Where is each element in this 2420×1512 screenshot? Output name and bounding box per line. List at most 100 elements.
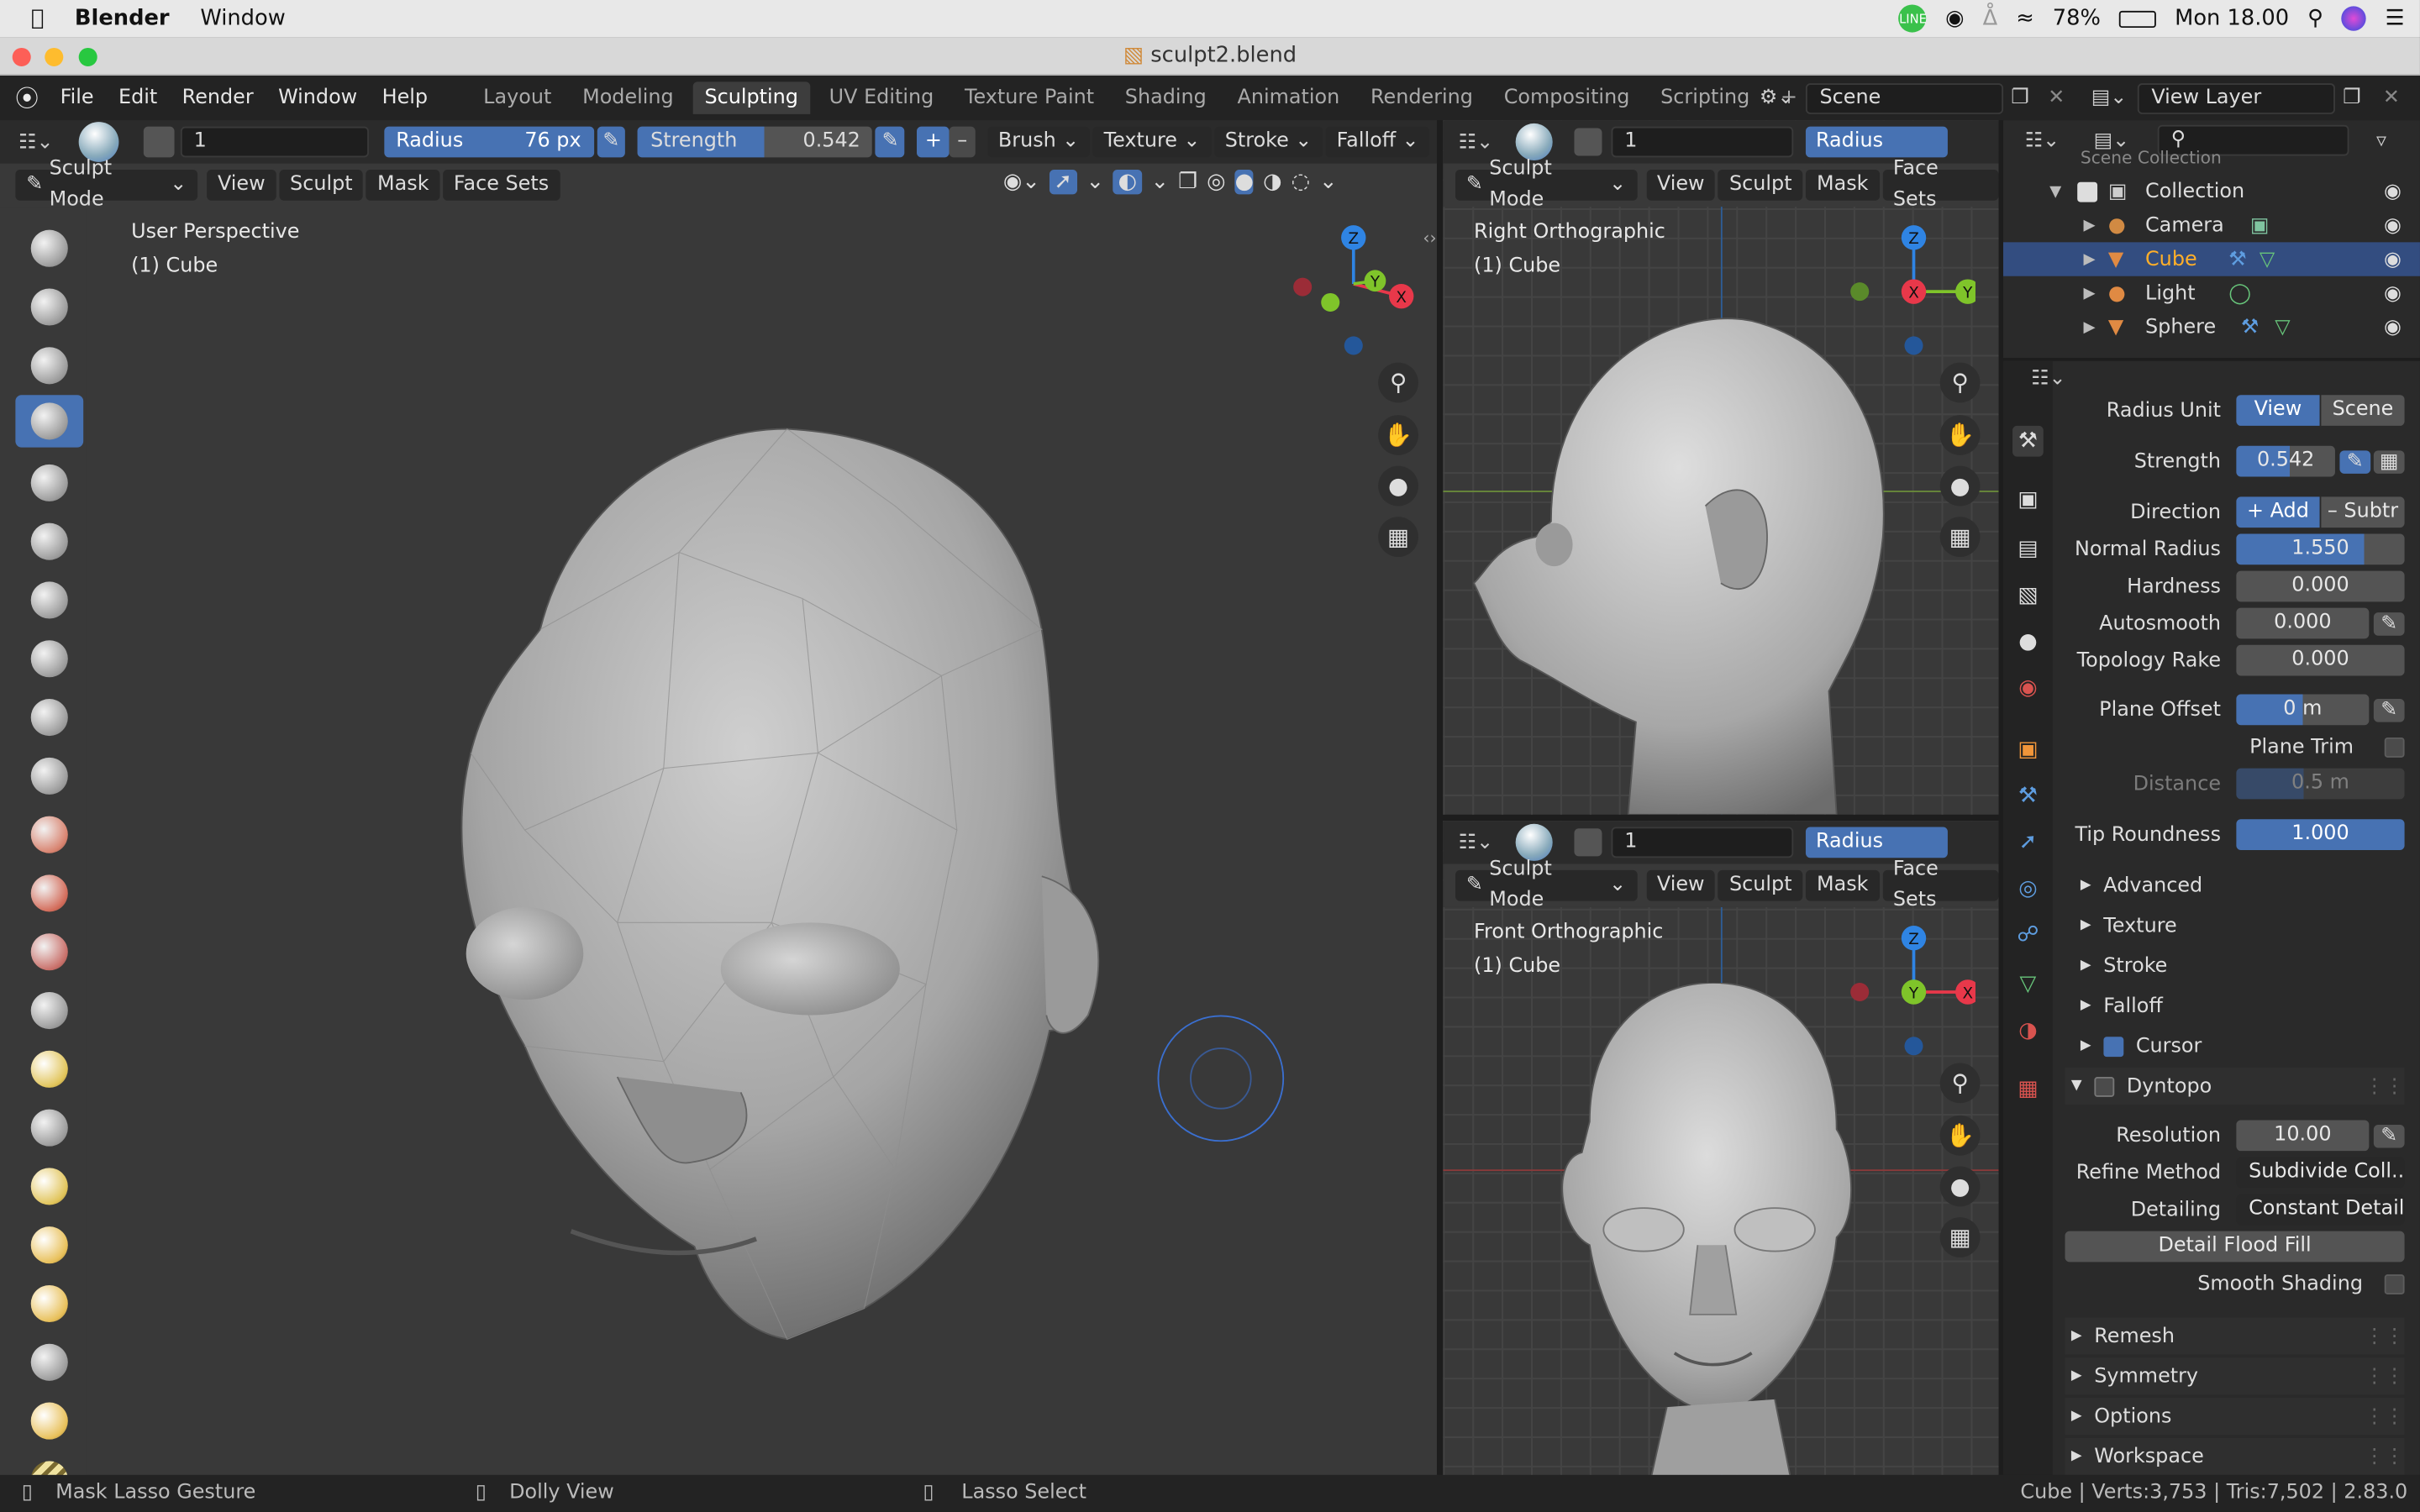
chevron-down-icon[interactable]: ⌄ xyxy=(1151,170,1170,194)
pressure-icon[interactable]: ✎ xyxy=(2373,698,2405,722)
material-shading-icon[interactable]: ◑ xyxy=(1263,170,1281,194)
editor-type-icon[interactable]: ☷⌄ xyxy=(1459,130,1493,154)
zoom-icon[interactable]: ⚲ xyxy=(1378,362,1418,403)
tool-smooth[interactable] xyxy=(15,750,83,802)
gizmo-neg-y[interactable] xyxy=(1321,292,1340,312)
cursor-panel-header[interactable]: ▶ Cursor xyxy=(2081,1027,2405,1064)
mode-selector[interactable]: ✎ Sculpt Mode ⌄ xyxy=(15,157,198,212)
scene-field[interactable]: Scene xyxy=(1805,82,2004,113)
expand-arrow-icon[interactable]: ▼ xyxy=(2049,183,2061,200)
direction-subtract-button[interactable]: – xyxy=(950,126,976,158)
outliner-row-light[interactable]: ▶ ● Light ◯ ◉ xyxy=(2003,276,2420,310)
view-layer-icon[interactable]: ▤⌄ xyxy=(2091,87,2128,110)
main-viewport[interactable]: ☷⌄ 1 Radius 76 px ✎ Strength 0.542 ✎ + –… xyxy=(0,120,1437,1475)
detail-flood-fill-button[interactable]: Detail Flood Fill xyxy=(2065,1231,2405,1263)
scene-collection-row[interactable]: Scene Collection xyxy=(2003,148,2420,166)
overlay-toggle-icon[interactable]: ◐ xyxy=(1113,170,1142,195)
symmetry-panel-header[interactable]: ▶ Symmetry ⋮⋮ xyxy=(2065,1357,2405,1395)
outliner-row-sphere[interactable]: ▶ ▼ Sphere ⚒ ▽ ◉ xyxy=(2003,310,2420,344)
eye-icon[interactable]: ◉ xyxy=(2384,248,2402,271)
direction-add-button[interactable]: + Add xyxy=(2236,496,2320,528)
dyntopo-checkbox[interactable] xyxy=(2094,1076,2115,1096)
face-sets-menu[interactable]: Face Sets xyxy=(1881,858,1999,911)
camera-icon[interactable]: ● xyxy=(1939,465,1981,507)
pressure-icon[interactable]: ✎ xyxy=(2339,449,2371,473)
eye-icon[interactable]: ◉ xyxy=(2384,180,2402,203)
search-icon[interactable]: ⚲ xyxy=(2307,6,2323,30)
tool-tab-icon[interactable]: ⚒ xyxy=(2012,425,2044,457)
texture-menu[interactable]: Texture ⌄ xyxy=(1092,126,1212,158)
tab-uv-editing[interactable]: UV Editing xyxy=(817,81,946,114)
dyntopo-panel-header[interactable]: ▼ Dyntopo ⋮⋮ xyxy=(2065,1067,2405,1105)
camera-icon[interactable]: ● xyxy=(1378,465,1418,507)
menu-file[interactable]: File xyxy=(48,87,106,110)
wireframe-shading-icon[interactable]: ◎ xyxy=(1207,170,1225,194)
minimize-window-button[interactable] xyxy=(45,47,64,66)
bluetooth-icon[interactable]: ᐂ xyxy=(1983,6,1998,30)
zoom-icon[interactable]: ⚲ xyxy=(1939,1063,1981,1104)
drag-handle-icon[interactable]: ⋮⋮ xyxy=(2365,1404,2405,1428)
view-menu[interactable]: View xyxy=(1646,869,1716,901)
stroke-menu[interactable]: Stroke ⌄ xyxy=(1213,126,1323,158)
tool-layer[interactable] xyxy=(15,515,83,567)
line-icon[interactable]: LINE xyxy=(1899,4,1928,33)
ortho-grid-icon[interactable]: ▦ xyxy=(1939,1217,1981,1257)
blender-logo-icon[interactable]: ⦿ xyxy=(15,81,39,114)
radius-unit-scene-button[interactable]: Scene xyxy=(2321,395,2405,426)
plane-trim-checkbox[interactable] xyxy=(2384,737,2405,757)
navigation-gizmo[interactable]: Z X Y xyxy=(1844,922,1975,1061)
delete-view-layer-icon[interactable]: ✕ xyxy=(2383,87,2400,110)
chevron-down-icon[interactable]: ⌄ xyxy=(1086,170,1104,194)
radius-slider[interactable]: Radius xyxy=(1805,126,1948,158)
plane-offset-field[interactable]: 0 m xyxy=(2236,694,2370,726)
tool-multiplane-scrape[interactable] xyxy=(15,984,83,1037)
visibility-icon[interactable]: ◉⌄ xyxy=(1003,170,1040,194)
expand-arrow-icon[interactable]: ▶ xyxy=(2084,318,2096,335)
drag-handle-icon[interactable]: ⋮⋮ xyxy=(2365,1365,2405,1389)
particles-tab-icon[interactable]: ➚ xyxy=(2012,827,2044,858)
material-tab-icon[interactable]: ◑ xyxy=(2012,1016,2044,1047)
head-mesh-side[interactable] xyxy=(1459,306,1907,815)
advanced-panel-header[interactable]: ▶ Advanced xyxy=(2081,867,2405,904)
tab-scripting[interactable]: Scripting xyxy=(1648,81,1762,114)
outliner-row-cube[interactable]: ▶ ▼ Cube ⚒ ▽ ◉ xyxy=(2003,242,2420,276)
head-mesh-front[interactable] xyxy=(1528,982,1882,1475)
solid-shading-icon[interactable]: ● xyxy=(1234,170,1255,195)
view-layer-field[interactable]: View Layer xyxy=(2137,82,2335,113)
tool-draw-sharp[interactable] xyxy=(15,281,83,333)
scene-selector-icon[interactable]: ⚙⌄ xyxy=(1760,87,1794,110)
brush-texture-icon[interactable] xyxy=(142,126,174,158)
resolution-field[interactable]: 10.00 xyxy=(2236,1120,2370,1152)
data-tab-icon[interactable]: ▽ xyxy=(2012,969,2044,1000)
output-tab-icon[interactable]: ▤ xyxy=(2012,533,2044,564)
normal-radius-field[interactable]: 1.550 xyxy=(2236,533,2405,565)
tab-sculpting[interactable]: Sculpting xyxy=(692,81,811,114)
tool-blob[interactable] xyxy=(15,633,83,685)
tip-roundness-field[interactable]: 1.000 xyxy=(2236,819,2405,851)
tool-clay[interactable] xyxy=(15,339,83,391)
constraints-tab-icon[interactable]: ☍ xyxy=(2012,920,2044,951)
texture-panel-header[interactable]: ▶ Texture xyxy=(2081,907,2405,944)
tool-snake-hook[interactable] xyxy=(15,1219,83,1271)
radius-slider[interactable]: Radius 76 px xyxy=(383,126,594,158)
battery-icon[interactable] xyxy=(2119,9,2157,28)
collection-checkbox[interactable] xyxy=(2077,181,2098,202)
drag-handle-icon[interactable]: ⋮⋮ xyxy=(2365,1445,2405,1468)
stroke-panel-header[interactable]: ▶ Stroke xyxy=(2081,948,2405,984)
mode-selector[interactable]: ✎ Sculpt Mode ⌄ xyxy=(1455,858,1638,911)
new-view-layer-icon[interactable]: ❐ xyxy=(2343,87,2360,110)
outliner-row-camera[interactable]: ▶ ● Camera ▣ ◉ xyxy=(2003,208,2420,242)
sculpt-menu[interactable]: Sculpt xyxy=(1718,869,1803,901)
strength-field[interactable]: 0.542 xyxy=(2236,445,2335,477)
radius-slider[interactable]: Radius xyxy=(1805,827,1948,858)
strength-pressure-icon[interactable]: ✎ xyxy=(876,126,905,158)
camera-icon[interactable]: ● xyxy=(1939,1166,1981,1207)
tool-clay-thumb[interactable] xyxy=(15,457,83,509)
scene-tab-icon[interactable]: ● xyxy=(2012,627,2044,658)
tool-grab[interactable] xyxy=(15,1101,83,1153)
editor-type-icon[interactable]: ☷⌄ xyxy=(1459,831,1493,854)
ortho-grid-icon[interactable]: ▦ xyxy=(1939,517,1981,558)
navigation-gizmo[interactable]: Z X Y xyxy=(1289,222,1420,360)
navigation-gizmo[interactable]: Z Y X xyxy=(1844,222,1975,360)
tool-fill[interactable] xyxy=(15,867,83,919)
